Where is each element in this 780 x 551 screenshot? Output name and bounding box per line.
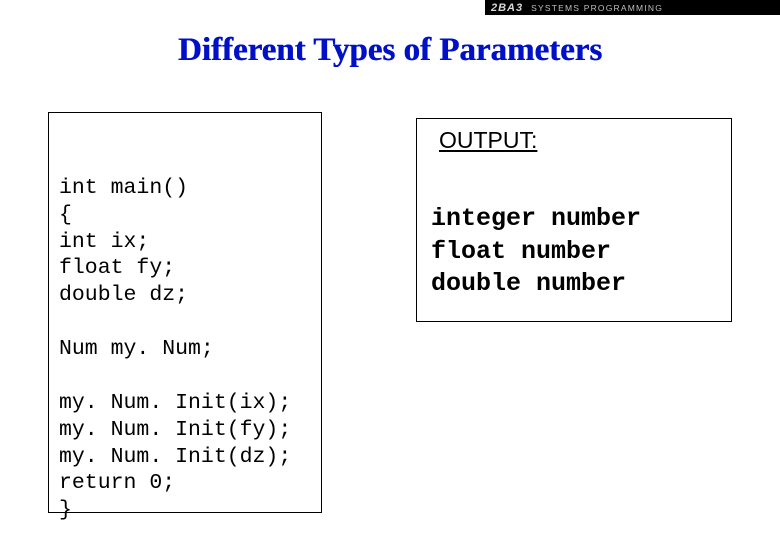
code-text: int main() { int ix; float fy; double dz… [59, 175, 311, 524]
output-label: OUTPUT: [439, 127, 537, 154]
code-box: int main() { int ix; float fy; double dz… [48, 112, 322, 513]
output-lines: integer number float number double numbe… [431, 203, 641, 301]
logo-text: 2BA3 [491, 2, 523, 14]
header-bar: 2BA3 SYSTEMS PROGRAMMING [485, 0, 780, 15]
slide-title: Different Types of Parameters [0, 32, 780, 69]
output-box: OUTPUT: integer number float number doub… [416, 118, 732, 322]
course-label: SYSTEMS PROGRAMMING [531, 3, 663, 13]
